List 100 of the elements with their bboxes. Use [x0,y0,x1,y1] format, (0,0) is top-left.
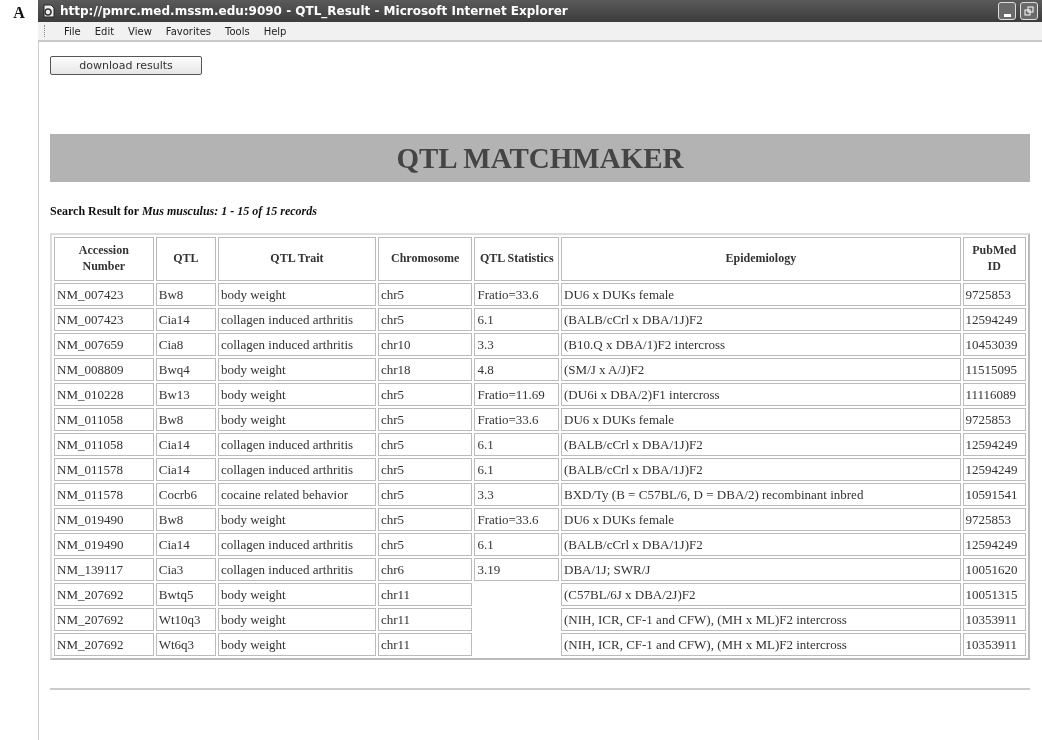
column-header: Epidemiology [561,237,961,281]
table-cell: chr10 [377,333,473,356]
table-cell: Fratio=33.6 [474,508,560,531]
table-cell: NM_207692 [54,583,154,606]
column-header: QTL Statistics [474,237,560,281]
table-cell: (NIH, ICR, CF-1 and CFW), (MH x ML)F2 intercross [561,608,961,631]
table-cell: collagen induced arthritis [218,558,376,581]
table-cell: collagen induced arthritis [218,308,376,331]
table-cell: 10051620 [962,558,1026,581]
table-cell: body weight [218,608,376,631]
table-cell: Bw8 [155,508,216,531]
table-cell: 10353911 [962,608,1026,631]
table-cell: 12594249 [962,433,1026,456]
table-cell: Fratio=33.6 [474,283,560,306]
column-header: QTL Trait [218,237,376,281]
restore-icon [1024,6,1034,16]
table-cell: BXD/Ty (B = C57BL/6, D = DBA/2) recombinant inbred [561,483,961,506]
table-cell: chr6 [377,558,473,581]
table-cell: chr5 [377,433,473,456]
table-cell: 3.3 [474,333,560,356]
table-cell: Cia14 [155,433,216,456]
table-cell: chr11 [377,633,473,656]
table-cell: NM_011578 [54,458,154,481]
menu-item[interactable]: File [57,25,88,37]
table-cell: collagen induced arthritis [218,433,376,456]
table-cell: Wt6q3 [155,633,216,656]
table-cell: 4.8 [474,358,560,381]
table-cell: Cia14 [155,533,216,556]
table-cell: Bw8 [155,408,216,431]
table-cell: Cia14 [155,458,216,481]
table-cell: DU6 x DUKs female [561,408,961,431]
table-cell: (BALB/cCrl x DBA/1J)F2 [561,433,961,456]
table-cell: (BALB/cCrl x DBA/1J)F2 [561,458,961,481]
table-cell: chr5 [377,483,473,506]
restore-button[interactable] [1020,2,1038,20]
table-cell: 10591541 [962,483,1026,506]
table-cell: (NIH, ICR, CF-1 and CFW), (MH x ML)F2 intercross [561,633,961,656]
table-cell: collagen induced arthritis [218,458,376,481]
menu-item[interactable]: Favorites [158,25,218,37]
table-cell: 6.1 [474,533,560,556]
table-cell: NM_207692 [54,608,154,631]
table-cell: 11116089 [962,383,1026,406]
column-header: Chromosome [377,237,473,281]
table-cell: body weight [218,358,376,381]
table-cell: 9725853 [962,408,1026,431]
panel-label: A [13,4,25,22]
table-cell: 3.3 [474,483,560,506]
table-cell: (DU6i x DBA/2)F1 intercross [561,383,961,406]
table-cell: 10353911 [962,633,1026,656]
table-cell: body weight [218,508,376,531]
table-cell: 9725853 [962,283,1026,306]
table-cell: NM_007423 [54,283,154,306]
table-cell: NM_011058 [54,408,154,431]
table-cell: 6.1 [474,308,560,331]
menu-item[interactable]: Help [256,25,294,37]
table-cell: NM_007423 [54,308,154,331]
table-cell: 9725853 [962,508,1026,531]
table-cell: chr11 [377,583,473,606]
table-cell: chr11 [377,608,473,631]
table-cell: chr18 [377,358,473,381]
table-cell: Bw8 [155,283,216,306]
table-cell: NM_139117 [54,558,154,581]
table-cell: cocaine related behavior [218,483,376,506]
table-cell: body weight [218,408,376,431]
minimize-button[interactable] [998,2,1016,20]
table-cell: chr5 [377,508,473,531]
table-cell: chr5 [377,283,473,306]
menu-item[interactable]: Edit [87,25,122,37]
menu-item[interactable]: Tools [218,25,257,37]
menu-item[interactable]: View [121,25,159,37]
table-cell: NM_011058 [54,433,154,456]
table-cell: NM_011578 [54,483,154,506]
table-cell: NM_019490 [54,533,154,556]
table-cell: chr5 [377,383,473,406]
column-header: PubMed ID [962,237,1026,281]
table-cell: collagen induced arthritis [218,533,376,556]
minimize-icon [1003,13,1011,17]
table-cell: body weight [218,633,376,656]
table-cell: 12594249 [962,308,1026,331]
result-summary: Search Result for Mus musculus: 1 - 15 of 15 records [50,204,318,219]
table-cell: body weight [218,283,376,306]
table-cell: (SM/J x A/J)F2 [561,358,961,381]
page-icon [42,4,56,18]
table-cell: chr5 [377,408,473,431]
table-cell: Fratio=11.69 [474,383,560,406]
table-cell: 6.1 [474,458,560,481]
table-cell: Cocrb6 [155,483,216,506]
table-cell: Bwq4 [155,358,216,381]
table-cell: (BALB/cCrl x DBA/1J)F2 [561,308,961,331]
table-cell: Cia8 [155,333,216,356]
window-title: http://pmrc.med.mssm.edu:9090 - QTL_Result - Microsoft Internet Explorer [60,4,569,18]
table-cell: 6.1 [474,433,560,456]
download-button[interactable]: download results [50,56,202,75]
table-cell: (BALB/cCrl x DBA/1J)F2 [561,533,961,556]
table-cell: NM_007659 [54,333,154,356]
table-cell: DBA/1J; SWR/J [561,558,961,581]
table-cell: Cia14 [155,308,216,331]
table-cell: NM_010228 [54,383,154,406]
banner-title: QTL MATCHMAKER [396,141,684,175]
table-cell: chr5 [377,458,473,481]
